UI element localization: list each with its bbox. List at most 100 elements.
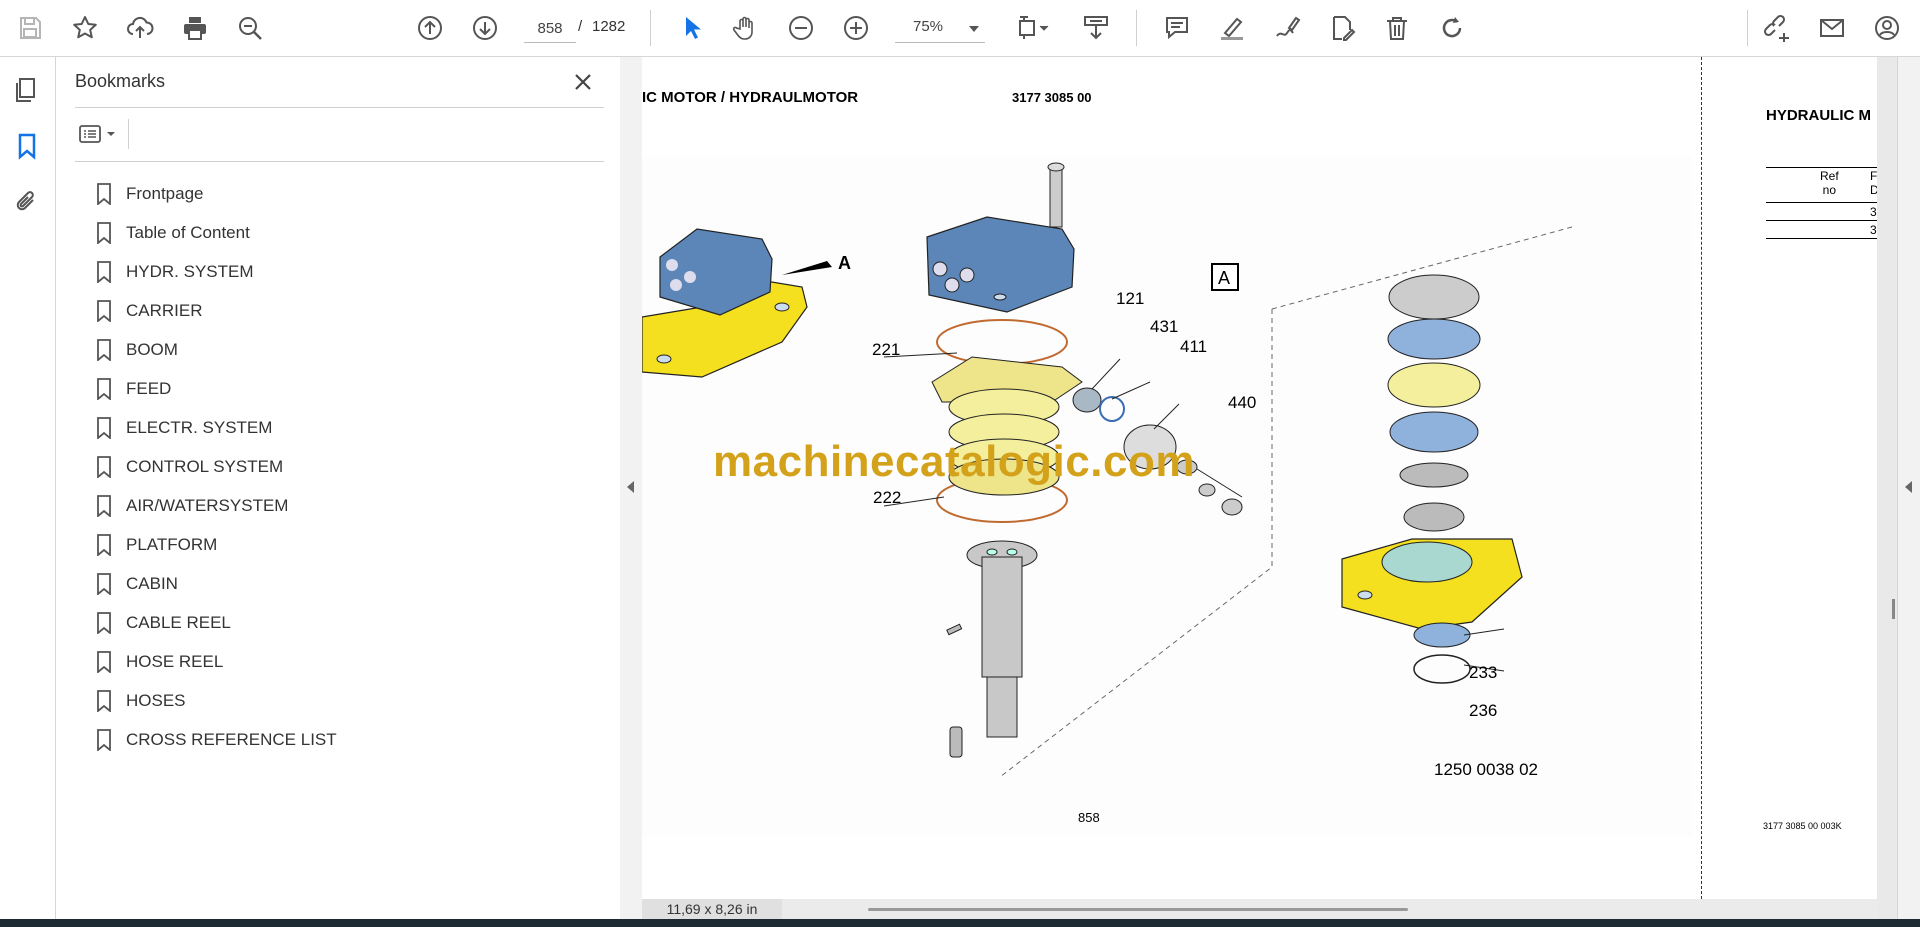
attachment-icon[interactable]	[10, 185, 44, 219]
bookmark-options-button[interactable]	[75, 119, 121, 149]
sign-icon[interactable]	[1267, 8, 1307, 48]
bookmark-list: Frontpage Table of Content HYDR. SYSTEM CAR…	[96, 174, 337, 759]
panel-divider	[75, 107, 604, 108]
bookmark-item[interactable]: CABIN	[96, 564, 337, 603]
horizontal-scrollbar[interactable]	[868, 908, 1408, 911]
pages-thumbnail-icon[interactable]	[10, 73, 44, 107]
vertical-scrollbar-thumb[interactable]	[1892, 599, 1895, 619]
toolbar-divider	[650, 10, 651, 46]
bookmark-label: Table of Content	[126, 222, 250, 242]
bookmark-item[interactable]: CROSS REFERENCE LIST	[96, 720, 337, 759]
page-separator: /	[578, 18, 583, 35]
bookmark-label: CROSS REFERENCE LIST	[126, 729, 337, 749]
bookmark-icon	[97, 260, 111, 283]
bookmark-item[interactable]: ELECTR. SYSTEM	[96, 408, 337, 447]
exploded-parts-drawing: A A	[642, 157, 1692, 837]
fill-sign-icon[interactable]	[1322, 8, 1362, 48]
bookmark-item[interactable]: CONTROL SYSTEM	[96, 447, 337, 486]
zoom-value: 75%	[913, 18, 944, 35]
document-viewport[interactable]: IC MOTOR / HYDRAULMOTOR 3177 3085 00 HYD…	[642, 57, 1897, 919]
table-cut-text: 3	[1870, 205, 1877, 219]
bookmark-item[interactable]: CABLE REEL	[96, 603, 337, 642]
page-number-input[interactable]	[524, 14, 576, 43]
bookmark-icon	[97, 416, 111, 439]
page-total: 1282	[592, 18, 626, 35]
callout-label: 236	[1469, 701, 1498, 720]
zoom-in-icon[interactable]	[836, 8, 876, 48]
account-icon[interactable]	[1867, 8, 1907, 48]
select-icon[interactable]	[671, 8, 711, 48]
scroll-mode-icon[interactable]	[1076, 8, 1116, 48]
share-link-icon[interactable]	[1757, 8, 1797, 48]
bookmarks-title: Bookmarks	[75, 71, 166, 91]
delete-icon[interactable]	[1377, 8, 1417, 48]
bookmark-item[interactable]: AIR/WATERSYSTEM	[96, 486, 337, 525]
bookmark-label: CABIN	[126, 573, 178, 593]
bookmark-icon	[97, 221, 111, 244]
page-header-code: 3177 3085 00	[1012, 90, 1092, 105]
table-cut-text: D	[1870, 183, 1877, 197]
list-options-icon	[79, 125, 115, 143]
zoom-dropdown[interactable]: 75%	[895, 14, 985, 43]
hand-icon[interactable]	[726, 8, 766, 48]
callout-label: 121	[1116, 289, 1145, 308]
bookmark-icon	[97, 455, 111, 478]
taskbar-edge	[0, 919, 1920, 927]
highlight-icon[interactable]	[1212, 8, 1252, 48]
drawing-number: 1250 0038 02	[1434, 760, 1538, 779]
callout-label: 440	[1228, 393, 1257, 412]
bookmark-label: HOSE REEL	[126, 651, 224, 671]
bookmark-label: CONTROL SYSTEM	[126, 456, 284, 476]
star-icon[interactable]	[65, 8, 105, 48]
toolbar-divider	[1136, 10, 1137, 46]
bookmark-icon	[97, 572, 111, 595]
next-page-icon[interactable]	[465, 8, 505, 48]
table-cut-text: 3	[1870, 223, 1877, 237]
main-toolbar: / 1282 75%	[0, 0, 1920, 57]
collapse-panel-icon[interactable]	[627, 481, 634, 493]
bookmark-item[interactable]: Frontpage	[96, 174, 337, 213]
email-icon[interactable]	[1812, 8, 1852, 48]
rotate-icon[interactable]	[1432, 8, 1472, 48]
bookmark-label: CARRIER	[126, 300, 203, 320]
bookmark-panel-icon[interactable]	[10, 129, 44, 163]
bookmark-item[interactable]: BOOM	[96, 330, 337, 369]
bookmark-label: HYDR. SYSTEM	[126, 261, 254, 281]
close-icon[interactable]	[570, 69, 596, 95]
print-icon[interactable]	[175, 8, 215, 48]
panel-divider	[1897, 57, 1898, 919]
callout-label: 221	[872, 340, 901, 359]
detail-view-label: A	[1218, 268, 1230, 288]
bookmark-item[interactable]: PLATFORM	[96, 525, 337, 564]
bookmark-item[interactable]: Table of Content	[96, 213, 337, 252]
bookmark-icon	[97, 611, 111, 634]
zoom-out-icon[interactable]	[781, 8, 821, 48]
bookmark-item[interactable]: FEED	[96, 369, 337, 408]
expand-panel-icon[interactable]	[1905, 481, 1912, 493]
page-size-label: 11,69 x 8,26 in	[642, 899, 782, 919]
table-header-no: no	[1822, 183, 1837, 197]
find-icon[interactable]	[230, 8, 270, 48]
bookmark-icon	[97, 377, 111, 400]
prev-page-icon[interactable]	[410, 8, 450, 48]
bookmark-icon	[97, 533, 111, 556]
bookmark-icon	[97, 650, 111, 673]
watermark-text: machinecatalogic.com	[713, 437, 1195, 486]
parts-table-rule	[1766, 167, 1877, 168]
comment-icon[interactable]	[1157, 8, 1197, 48]
right-panel-strip	[1892, 57, 1920, 919]
bookmark-item[interactable]: HOSE REEL	[96, 642, 337, 681]
bookmark-label: HOSES	[126, 690, 186, 710]
bookmark-item[interactable]: HYDR. SYSTEM	[96, 252, 337, 291]
toolbar-divider	[128, 119, 129, 149]
page-number-label: 858	[1078, 810, 1100, 825]
bookmark-label: CABLE REEL	[126, 612, 231, 632]
bookmark-item[interactable]: HOSES	[96, 681, 337, 720]
save-icon[interactable]	[10, 8, 50, 48]
page-header-title: IC MOTOR / HYDRAULMOTOR	[642, 89, 859, 106]
fit-page-icon[interactable]	[1008, 8, 1058, 48]
callout-label: 233	[1469, 663, 1498, 682]
panel-divider	[75, 161, 604, 162]
upload-icon[interactable]	[120, 8, 160, 48]
bookmark-item[interactable]: CARRIER	[96, 291, 337, 330]
